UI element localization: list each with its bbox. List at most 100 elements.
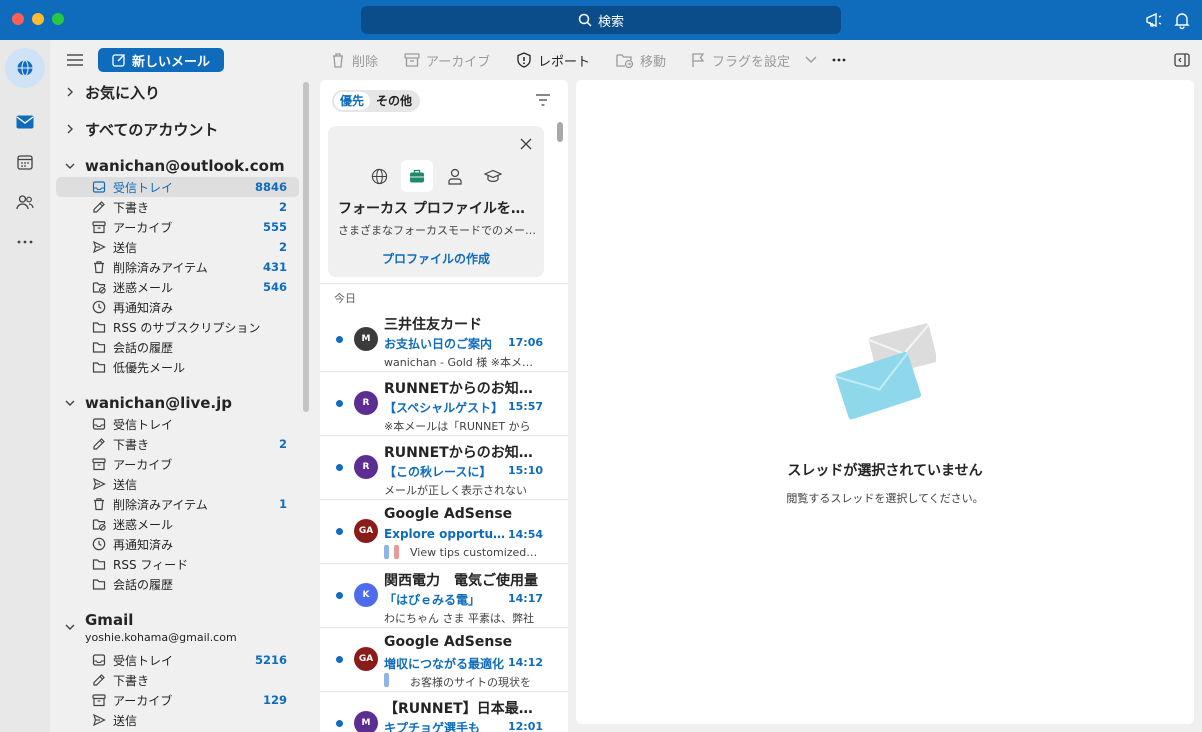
folder-item[interactable]: 下書き 2 — [56, 197, 299, 217]
folder-item[interactable]: 迷惑メール 546 — [56, 277, 299, 297]
folder-item[interactable]: 下書き 2 — [56, 434, 299, 454]
unread-count: 8846 — [254, 180, 287, 194]
reading-pane: スレッドが選択されていません 閲覧するスレッドを選択してください。 — [576, 80, 1194, 724]
unread-indicator — [336, 400, 343, 407]
chevron-right-icon[interactable] — [64, 86, 76, 98]
chevron-down-icon[interactable] — [804, 55, 818, 65]
message-row[interactable]: GA Google AdSense 増収につながる最適化 14:12 お客様のサイトの現… — [320, 628, 568, 692]
message-row[interactable]: M 【RUNNET】日本最大級 キプチョゲ選手も 12:01 — [320, 692, 568, 732]
more-commands-icon[interactable] — [832, 58, 846, 62]
folder-item[interactable]: 下書き — [56, 670, 299, 690]
message-list-scrollbar[interactable] — [557, 122, 563, 142]
folder-item[interactable]: 受信トレイ 8846 — [56, 177, 299, 197]
focus-card-description: さまざまなフォーカスモードでのメールの表示 — [338, 224, 538, 237]
folder-label: 再通知済み — [113, 300, 174, 315]
message-subject: 【この秋レースに】 — [384, 465, 492, 479]
chevron-right-icon[interactable] — [64, 123, 76, 135]
person-icon — [448, 168, 462, 185]
folder-label: アーカイブ — [113, 457, 173, 472]
rail-mail-button[interactable] — [5, 102, 45, 142]
folder-item[interactable]: 削除済みアイテム 1 — [56, 494, 299, 514]
folder-item[interactable]: 再通知済み — [56, 297, 299, 317]
folder-item[interactable]: 送信 — [56, 474, 299, 494]
chevron-down-icon[interactable] — [64, 397, 76, 409]
close-window-button[interactable] — [12, 13, 24, 25]
message-row[interactable]: R RUNNETからのお知らせ 【スペシャルゲスト】 15:57 ※本メールは「RUNN… — [320, 372, 568, 436]
folder-label: 下書き — [113, 437, 150, 452]
folder-item[interactable]: 再通知済み — [56, 534, 299, 554]
empty-state-description: 閲覧するスレッドを選択してください。 — [786, 492, 984, 505]
flag-icon — [692, 53, 705, 67]
report-button[interactable]: レポート — [516, 50, 590, 70]
message-row[interactable]: R RUNNETからのお知らせ 【この秋レースに】 15:10 メールが正しく表示されな… — [320, 436, 568, 500]
folder-item[interactable]: 会話の履歴 — [56, 574, 299, 594]
flag-button[interactable]: フラグを設定 — [690, 50, 790, 70]
collapse-pane-icon[interactable] — [1174, 52, 1190, 68]
focus-personal-option[interactable] — [439, 160, 471, 192]
folder-pane: 新しいメール お気に入りすべてのアカウント wanichan@outlook.co… — [50, 40, 316, 732]
folder-item[interactable]: アーカイブ — [56, 454, 299, 474]
zoom-window-button[interactable] — [52, 13, 64, 25]
account-header[interactable]: Gmail — [64, 609, 133, 631]
folder-item[interactable]: 送信 2 — [56, 237, 299, 257]
favorites-section[interactable]: お気に入り — [64, 81, 160, 103]
create-profile-link[interactable]: プロファイルの作成 — [328, 250, 544, 267]
unread-count: 555 — [262, 220, 287, 234]
graduation-cap-icon — [484, 169, 502, 182]
unread-count: 5216 — [254, 653, 287, 667]
account-header[interactable]: wanichan@outlook.com — [64, 155, 285, 177]
archive-button[interactable]: アーカイブ — [404, 50, 490, 70]
new-mail-button[interactable]: 新しいメール — [98, 48, 224, 72]
delete-button[interactable]: 削除 — [330, 50, 378, 70]
new-mail-label: 新しいメール — [131, 54, 210, 70]
message-sender: RUNNETからのお知らせ — [384, 381, 540, 397]
archive-icon — [92, 221, 106, 234]
filter-icon[interactable] — [535, 93, 551, 107]
folder-item[interactable]: アーカイブ 129 — [56, 690, 299, 710]
chevron-down-icon[interactable] — [64, 160, 76, 172]
folder-item[interactable]: 低優先メール — [56, 357, 299, 377]
folder-item[interactable]: アーカイブ 555 — [56, 217, 299, 237]
unread-indicator — [336, 336, 343, 343]
folder-label: 迷惑メール — [113, 517, 174, 532]
tab-focused[interactable]: 優先 — [334, 92, 371, 110]
message-subject: お支払い日のご案内 — [384, 337, 493, 351]
message-row[interactable]: M 三井住友カード お支払い日のご案内 17:06 wanichan - Gold 様 … — [320, 308, 568, 372]
folder-item[interactable]: 受信トレイ 5216 — [56, 650, 299, 670]
folder-label: 受信トレイ — [113, 180, 174, 195]
folder-item[interactable]: RSS フィード — [56, 554, 299, 574]
message-row[interactable]: GA Google AdSense Explore opportunities14:… — [320, 500, 568, 564]
megaphone-icon[interactable] — [1144, 10, 1164, 30]
account-header[interactable]: wanichan@live.jp — [64, 392, 232, 414]
folder-pane-scrollbar[interactable] — [303, 82, 309, 412]
message-time: 14:17 — [508, 592, 544, 605]
rail-people-button[interactable] — [5, 182, 45, 222]
rail-calendar-button[interactable] — [5, 142, 45, 182]
draft-icon — [93, 674, 105, 686]
folder-item[interactable]: 送信 — [56, 710, 299, 730]
folder-item[interactable]: 削除済みアイテム 431 — [56, 257, 299, 277]
folder-item[interactable]: RSS のサブスクリプション — [56, 317, 299, 337]
folder-label: 下書き — [113, 200, 150, 215]
all-accounts-section[interactable]: すべてのアカウント — [64, 118, 218, 140]
move-button[interactable]: 移動 — [616, 50, 666, 70]
rail-more-button[interactable] — [5, 222, 45, 262]
message-row[interactable]: K 関西電力 電気ご使用量 「はぴｅみる電」 14:17 わにちゃん さま 平素は、弊社 — [320, 564, 568, 628]
bell-icon[interactable] — [1172, 10, 1192, 30]
folder-item[interactable]: 会話の履歴 — [56, 337, 299, 357]
minimize-window-button[interactable] — [32, 13, 44, 25]
unread-count: 1 — [278, 497, 287, 511]
folder-item[interactable]: 受信トレイ — [56, 414, 299, 434]
hamburger-menu-icon[interactable] — [66, 52, 84, 68]
rail-globe-button[interactable] — [5, 48, 45, 88]
chevron-down-icon[interactable] — [64, 621, 76, 633]
search-bar[interactable]: 検索 — [361, 6, 841, 34]
flag-label: フラグを設定 — [712, 54, 791, 70]
close-icon[interactable] — [520, 138, 532, 150]
focus-globe-option[interactable] — [363, 160, 395, 192]
message-subject: Explore opportunities — [384, 527, 506, 541]
tab-other[interactable]: その他 — [370, 92, 418, 110]
focus-work-option[interactable] — [401, 160, 433, 192]
focus-education-option[interactable] — [477, 160, 509, 192]
folder-item[interactable]: 迷惑メール — [56, 514, 299, 534]
